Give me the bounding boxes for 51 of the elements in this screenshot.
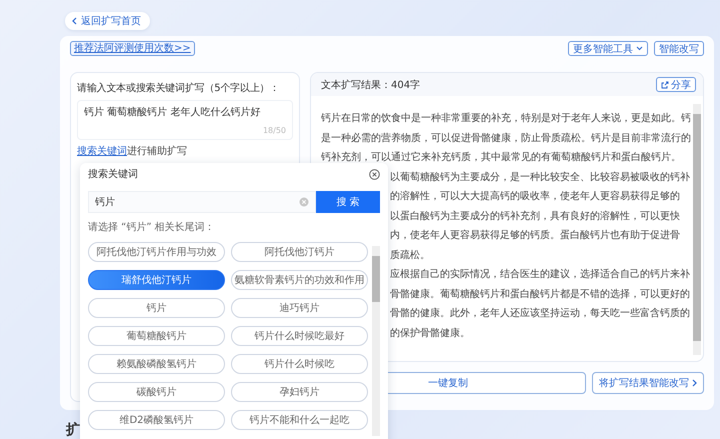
share-icon <box>661 80 669 88</box>
rewrite-result-button[interactable]: 将扩写结果智能改写 <box>592 372 704 394</box>
result-text-line: 是一种必需的营养物质，可以促进骨骼健康，防止骨质疏松。钙片是目前非常流行的 <box>321 132 691 146</box>
chevron-left-icon <box>72 17 77 25</box>
result-text-line: 的溶解性，可以大大提高钙的吸收率，使老年人更容易获得足够的 <box>390 190 680 204</box>
keyword-chip[interactable]: 赖氨酸磷酸氢钙片 <box>88 354 225 374</box>
keyword-chip[interactable]: 瑞舒伐他汀钙片 <box>88 270 225 290</box>
result-text-line: 钙补充剂，可以通过它来补充钙质，其中最常见的有葡萄糖酸钙片和蛋白酸钙片。 <box>321 150 681 165</box>
suggestion-hint: 请选择 “钙片” 相关长尾词： <box>88 221 216 234</box>
result-text-line: 骨骼的健康。此外，老年人还应该坚持运动，每天吃一些富含钙质的 <box>390 306 690 321</box>
close-icon[interactable] <box>369 168 380 180</box>
caret-icon <box>636 46 643 51</box>
text-input[interactable]: 钙片 葡萄糖酸钙片 老年人吃什么钙片好 18/50 <box>77 100 293 140</box>
search-button[interactable]: 搜 索 <box>316 191 380 213</box>
helper-text: 进行辅助扩写 <box>127 145 187 158</box>
section-heading: 扩 <box>66 422 80 438</box>
keyword-chip[interactable]: 阿托伐他汀钙片 <box>231 242 368 262</box>
scrollbar[interactable] <box>372 246 380 436</box>
scrollbar[interactable] <box>693 104 701 355</box>
input-prompt: 请输入文本或搜索关键词扩写（5个字以上）： <box>77 82 280 96</box>
char-counter: 18/50 <box>262 126 286 135</box>
keyword-chip[interactable]: 葡萄糖酸钙片 <box>88 326 225 346</box>
rewrite-button[interactable]: 智能改写 <box>654 41 704 56</box>
keyword-chip[interactable]: 氨糖软骨素钙片的功效和作用 <box>231 270 368 290</box>
keyword-chip[interactable]: 钙片 <box>88 298 225 318</box>
share-button[interactable]: 分享 <box>656 77 696 92</box>
keyword-link[interactable]: 搜索关键词 <box>77 145 127 158</box>
usage-link[interactable]: 推荐法阿评测使用次数>> <box>70 41 195 56</box>
result-text-line: 的保护骨骼健康。 <box>390 326 470 340</box>
tools-dropdown[interactable]: 更多智能工具 <box>568 41 648 56</box>
result-text-line: 骨骼健康。葡萄糖酸钙片和蛋白酸钙片都是不错的选择，可以更好的 <box>390 288 690 302</box>
chevron-right-icon <box>692 379 697 387</box>
result-text-line: 内，使老年人更容易获得足够的钙质。蛋白酸钙片也有助于促进骨 <box>390 228 680 243</box>
keyword-chip[interactable]: 碳酸钙片 <box>88 382 225 402</box>
result-text-line: 质疏松。 <box>390 248 430 262</box>
back-button[interactable]: 返回扩写首页 <box>65 12 150 30</box>
keyword-chip[interactable]: 维D2磷酸氢钙片 <box>88 410 225 430</box>
keyword-chip[interactable]: 阿托伐他汀钙片作用与功效 <box>88 242 225 262</box>
result-text-line: 以葡萄糖酸钙为主要成分，是一种比较安全、比较容易被吸收的钙补 <box>390 170 690 184</box>
clear-icon[interactable] <box>299 197 309 207</box>
search-field[interactable]: 钙片 <box>88 191 316 213</box>
result-text-line: 应根据自己的实际情况，结合医生的建议，选择适合自己的钙片来补 <box>390 268 690 282</box>
result-title: 文本扩写结果：404字 <box>321 78 420 92</box>
keyword-chip[interactable]: 孕妇钙片 <box>231 382 368 402</box>
result-text-line: 钙片在日常的饮食中是一种非常重要的补充，特别是对于老年人来说，更是如此。钙 <box>321 112 691 126</box>
keyword-chip[interactable]: 钙片什么时候吃最好 <box>231 326 368 346</box>
keyword-chip[interactable]: 钙片什么时候吃 <box>231 354 368 374</box>
keyword-chip[interactable]: 迪巧钙片 <box>231 298 368 318</box>
result-text-line: 以蛋白酸钙为主要成分的钙补充剂，具有良好的溶解性，可以更快 <box>390 210 680 224</box>
popup-title: 搜索关键词 <box>88 168 138 181</box>
keyword-chip[interactable]: 钙片不能和什么一起吃 <box>231 410 368 430</box>
